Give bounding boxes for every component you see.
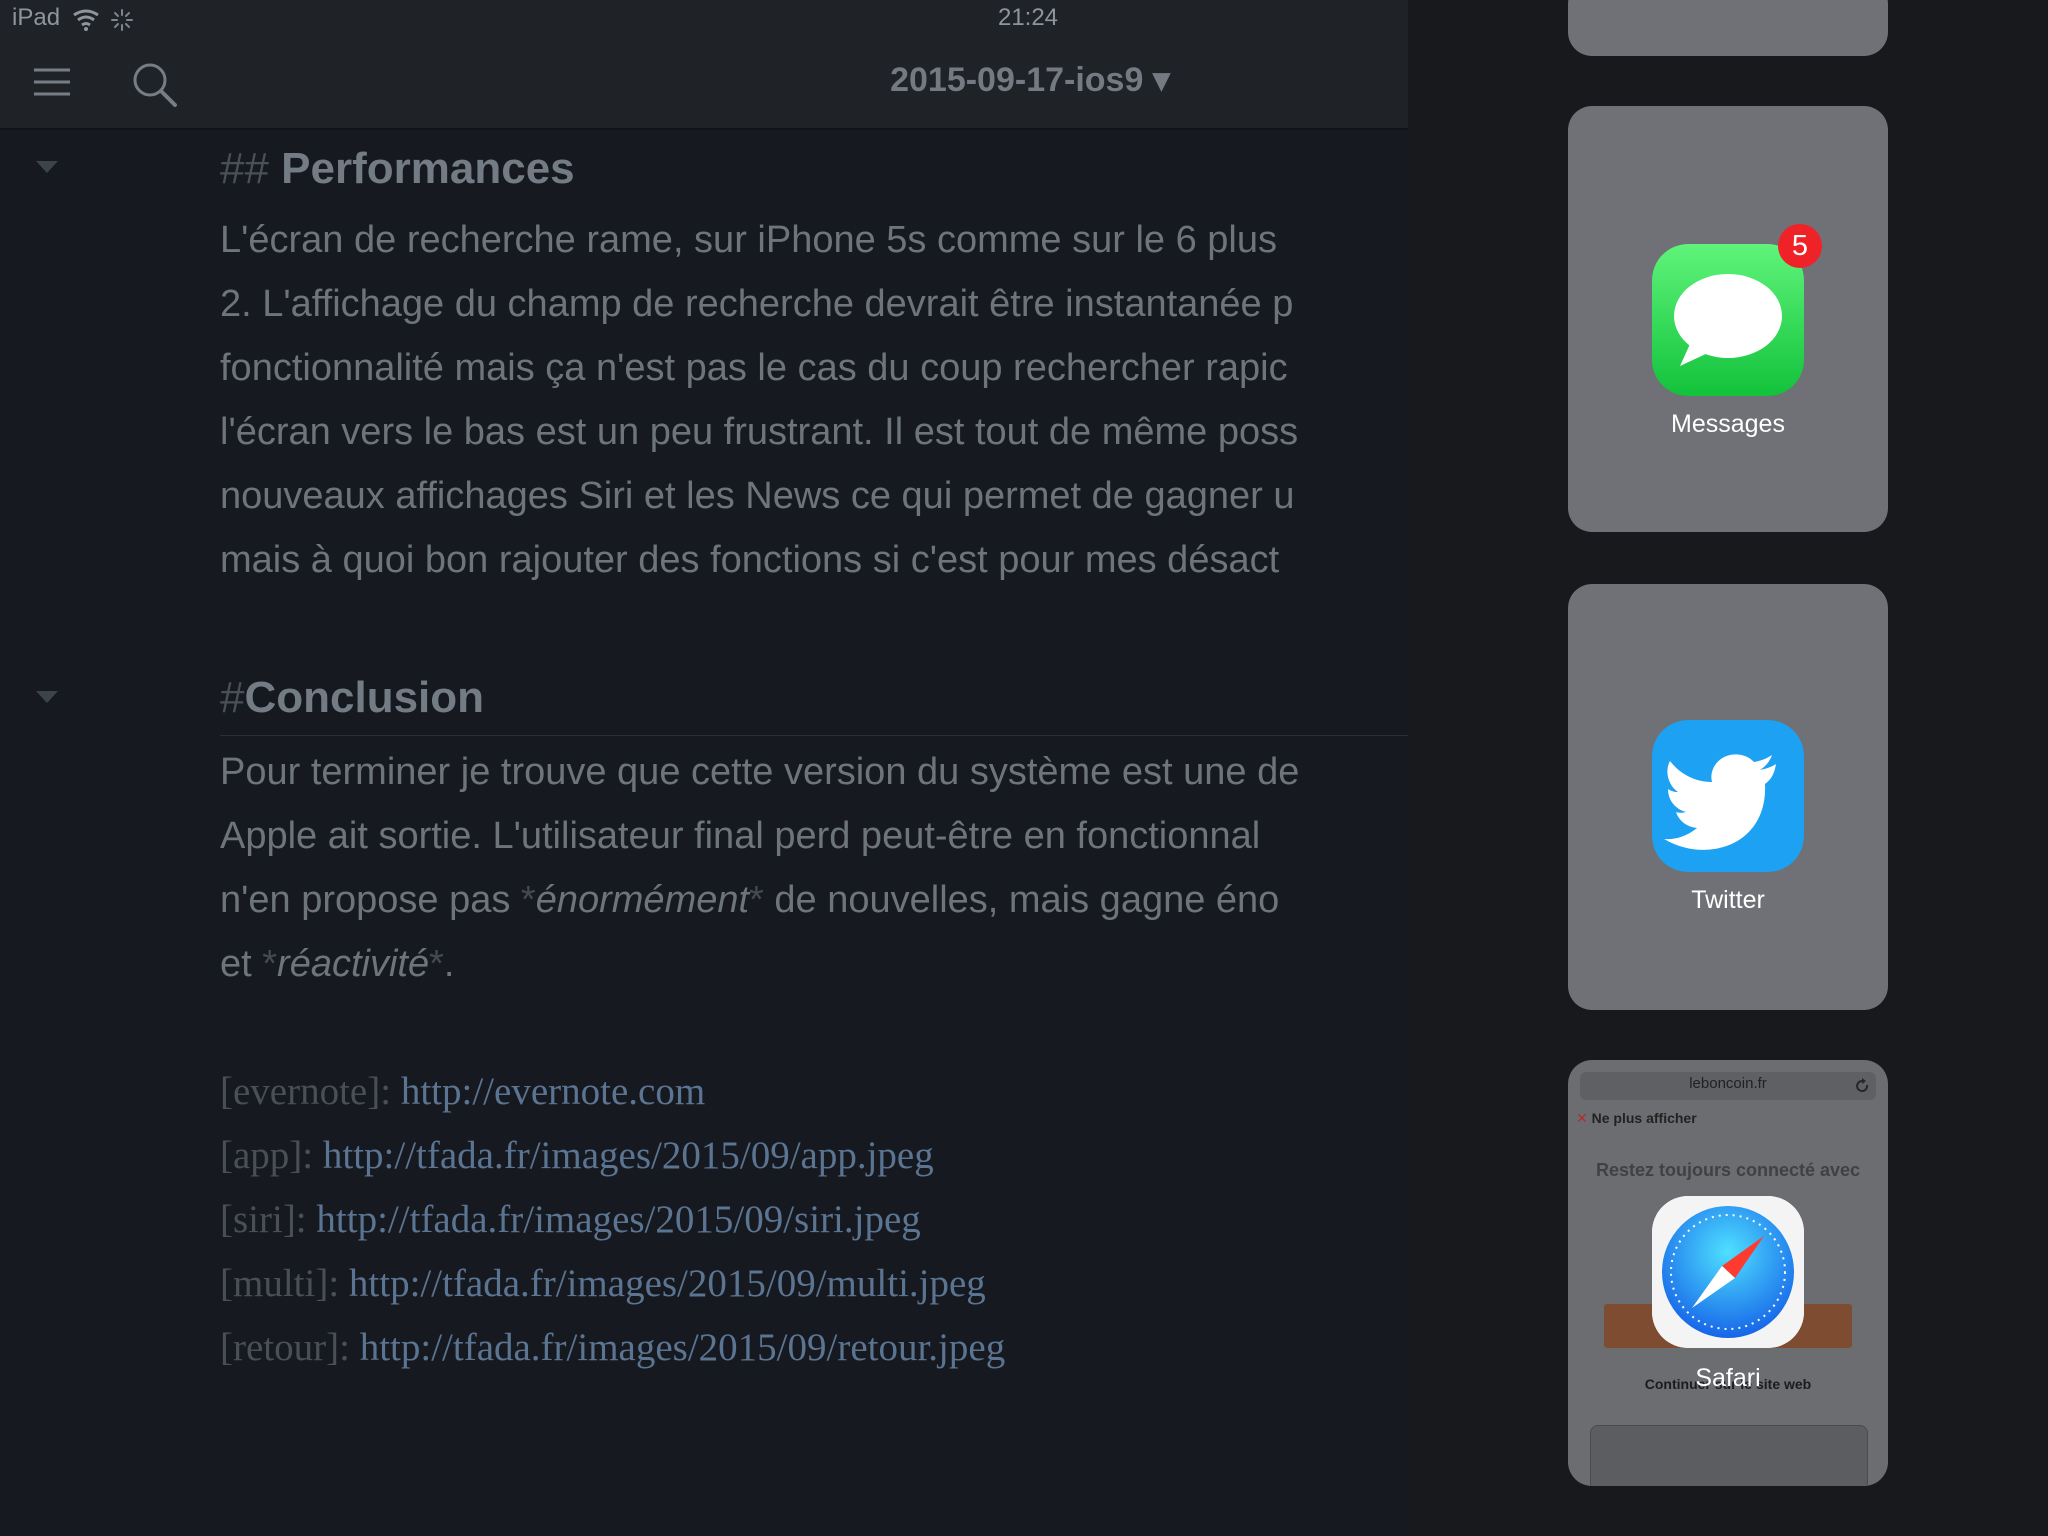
- heading-conclusion: #Conclusion: [220, 673, 484, 723]
- link-key: [app]:: [220, 1134, 323, 1177]
- search-icon[interactable]: [132, 62, 178, 108]
- link-reference-list: [evernote]: http://evernote.com [app]: h…: [220, 1060, 1005, 1380]
- app-label-twitter: Twitter: [1691, 886, 1765, 914]
- emphasized-text: énormément: [535, 879, 750, 921]
- link-reference: [siri]: http://tfada.fr/images/2015/09/s…: [220, 1188, 1005, 1252]
- reload-icon: [1856, 1078, 1869, 1092]
- emphasis-marker: *: [749, 879, 764, 921]
- text-run: n'en propose pas: [220, 879, 521, 921]
- safari-map-preview: [1590, 1425, 1868, 1486]
- link-reference: [app]: http://tfada.fr/images/2015/09/ap…: [220, 1124, 1005, 1188]
- notification-badge: 5: [1778, 224, 1822, 268]
- link-url[interactable]: http://tfada.fr/images/2015/09/app.jpeg: [323, 1134, 934, 1177]
- text-line: n'en propose pas *énormément* de nouvell…: [220, 868, 1408, 932]
- emphasized-text: réactivité: [277, 943, 430, 985]
- link-key: [retour]:: [220, 1326, 360, 1369]
- paragraph-performances: L'écran de recherche rame, sur iPhone 5s…: [220, 208, 1408, 592]
- text-line: et *réactivité*.: [220, 932, 1408, 996]
- heading-rule: [220, 735, 1408, 736]
- heading-text: Conclusion: [244, 673, 485, 722]
- app-card-previous[interactable]: [1568, 0, 1888, 56]
- twitter-bird-icon: [1652, 720, 1804, 872]
- document-title[interactable]: 2015-09-17-ios9 ▾: [860, 60, 1200, 100]
- text-line: mais à quoi bon rajouter des fonctions s…: [220, 539, 1280, 581]
- spinner-icon: [111, 9, 133, 31]
- status-device: iPad: [12, 4, 61, 31]
- heading-mark: #: [220, 673, 245, 722]
- link-url[interactable]: http://tfada.fr/images/2015/09/retour.jp…: [360, 1326, 1006, 1369]
- link-reference: [multi]: http://tfada.fr/images/2015/09/…: [220, 1252, 1005, 1316]
- safari-dismiss-label: Ne plus afficher: [1591, 1110, 1697, 1126]
- link-reference: [retour]: http://tfada.fr/images/2015/09…: [220, 1316, 1005, 1380]
- wifi-icon: [73, 9, 99, 31]
- text-run: et: [220, 943, 263, 985]
- link-url[interactable]: http://tfada.fr/images/2015/09/multi.jpe…: [349, 1262, 986, 1305]
- paragraph-conclusion: Pour terminer je trouve que cette versio…: [220, 740, 1408, 996]
- link-url[interactable]: http://tfada.fr/images/2015/09/siri.jpeg: [316, 1198, 920, 1241]
- app-label-safari: Safari: [1695, 1364, 1761, 1392]
- fold-icon[interactable]: [36, 161, 58, 175]
- chat-bubble-icon: [1652, 244, 1804, 396]
- safari-address-bar: leboncoin.fr: [1580, 1072, 1876, 1100]
- app-card-messages[interactable]: Messages: [1568, 106, 1888, 532]
- emphasis-marker: *: [429, 943, 444, 985]
- fold-icon[interactable]: [36, 691, 58, 705]
- text-line: l'écran vers le bas est un peu frustrant…: [220, 411, 1299, 453]
- link-reference: [evernote]: http://evernote.com: [220, 1060, 1005, 1124]
- text-run: de nouvelles, mais gagne éno: [763, 879, 1280, 921]
- link-key: [multi]:: [220, 1262, 349, 1305]
- text-line: 2. L'affichage du champ de recherche dev…: [220, 283, 1294, 325]
- safari-compass-icon: [1652, 1196, 1804, 1348]
- heading-performances: ## Performances: [220, 144, 575, 194]
- editor-toolbar: iPad 21:24 2015-09-17-ios9 ▾: [0, 0, 1408, 130]
- safari-dismiss-banner: ✕ Ne plus afficher: [1576, 1110, 1697, 1127]
- text-line: Pour terminer je trouve que cette versio…: [220, 751, 1300, 793]
- text-run: .: [443, 943, 455, 985]
- link-url[interactable]: http://evernote.com: [401, 1070, 705, 1113]
- markdown-editor[interactable]: iPad 21:24 2015-09-17-ios9 ▾ ## Performa…: [0, 0, 1408, 1536]
- emphasis-marker: *: [520, 879, 536, 921]
- status-time: 21:24: [997, 4, 1059, 31]
- safari-url: leboncoin.fr: [1689, 1075, 1767, 1092]
- link-key: [siri]:: [220, 1198, 317, 1241]
- menu-icon[interactable]: [34, 66, 70, 98]
- text-line: fonctionnalité mais ça n'est pas le cas …: [220, 347, 1288, 389]
- heading-text: Performances: [281, 144, 575, 193]
- text-line: L'écran de recherche rame, sur iPhone 5s…: [220, 219, 1277, 261]
- app-card-twitter[interactable]: Twitter: [1568, 584, 1888, 1010]
- emphasis-marker: *: [262, 943, 278, 985]
- text-line: nouveaux affichages Siri et les News ce …: [220, 475, 1295, 517]
- heading-mark: ##: [220, 144, 282, 193]
- safari-promo-text: Restez toujours connecté avec: [1595, 1160, 1861, 1180]
- text-line: Apple ait sortie. L'utilisateur final pe…: [220, 815, 1261, 857]
- app-label-messages: Messages: [1671, 410, 1785, 438]
- link-key: [evernote]:: [220, 1070, 401, 1113]
- close-icon: ✕: [1576, 1110, 1588, 1126]
